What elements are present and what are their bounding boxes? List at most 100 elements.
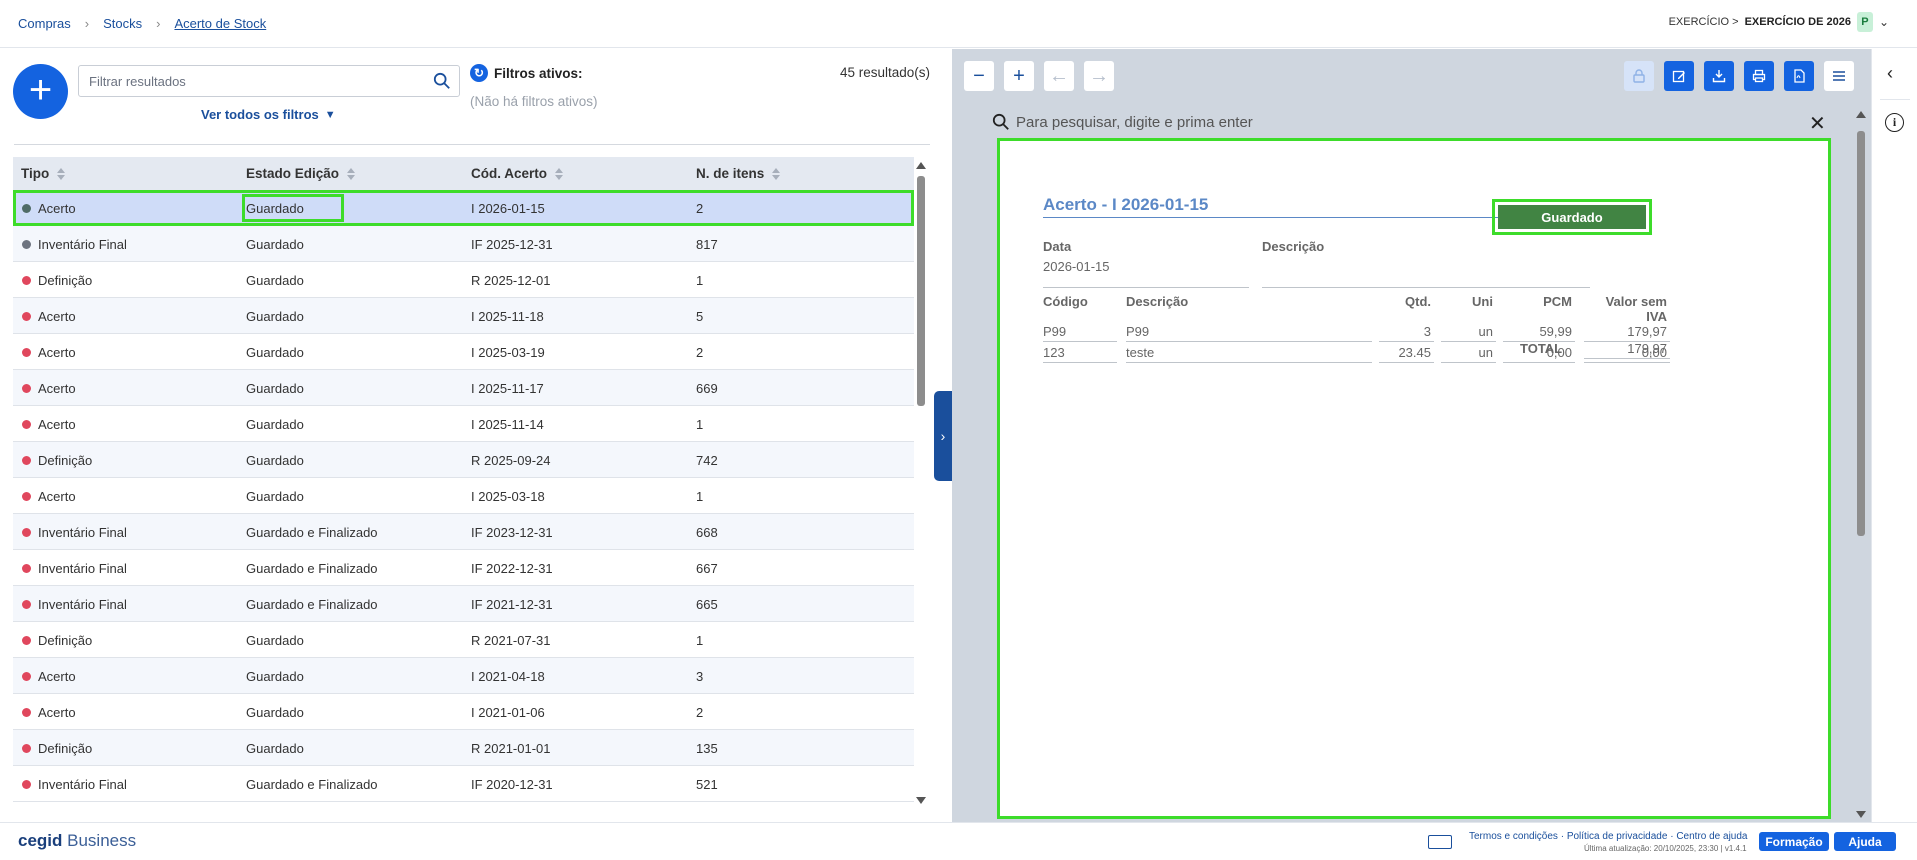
next-button[interactable]: → (1084, 61, 1114, 91)
table-row[interactable]: Acerto Guardado I 2025-11-17 669 (13, 370, 914, 406)
scroll-up-arrow[interactable] (916, 162, 926, 169)
chevron-left-icon[interactable]: ‹ (1887, 63, 1893, 84)
table-row[interactable]: Definição Guardado R 2025-09-24 742 (13, 442, 914, 478)
divider (14, 144, 930, 145)
print-button[interactable] (1744, 61, 1774, 91)
document-search[interactable]: Para pesquisar, digite e prima enter (992, 113, 1253, 131)
pdf-button[interactable] (1784, 61, 1814, 91)
table-row[interactable]: Acerto Guardado I 2025-11-14 1 (13, 406, 914, 442)
close-icon[interactable]: ✕ (1809, 111, 1826, 136)
cell-tipo: Inventário Final (38, 237, 127, 252)
column-header-estado[interactable]: Estado Edição (246, 166, 356, 181)
scroll-up-arrow[interactable] (1856, 111, 1866, 118)
cell-estado: Guardado (246, 381, 304, 396)
col-pcm: PCM (1543, 294, 1572, 309)
field-underline (1126, 362, 1372, 363)
descricao-label: Descrição (1262, 239, 1325, 254)
status-dot-icon (22, 600, 31, 609)
panel-toggle-handle[interactable]: › (934, 391, 952, 481)
table-row[interactable]: Inventário Final Guardado e Finalizado IF … (13, 550, 914, 586)
total-value: 179,97 (1627, 341, 1667, 356)
table-row[interactable]: Definição Guardado R 2025-12-01 1 (13, 262, 914, 298)
ajuda-button[interactable]: Ajuda (1834, 832, 1896, 851)
status-dot-icon (22, 384, 31, 393)
footer-links[interactable]: Termos e condições · Política de privaci… (1469, 831, 1747, 842)
table-row[interactable]: Acerto Guardado I 2025-03-18 1 (13, 478, 914, 514)
table-row[interactable]: Acerto Guardado I 2021-04-18 3 (13, 658, 914, 694)
pdf-icon (1794, 69, 1805, 83)
table-row[interactable]: Acerto Guardado I 2025-03-19 2 (13, 334, 914, 370)
cell-estado: Guardado e Finalizado (246, 525, 378, 540)
cell-estado: Guardado (246, 741, 304, 756)
line-uni: un (1478, 345, 1493, 360)
menu-button[interactable] (1824, 61, 1854, 91)
breadcrumb-current[interactable]: Acerto de Stock (174, 16, 266, 31)
table-row[interactable]: Inventário Final Guardado e Finalizado IF … (13, 586, 914, 622)
search-icon[interactable] (433, 72, 451, 90)
cell-estado: Guardado (246, 705, 304, 720)
cell-itens: 521 (696, 777, 718, 792)
all-filters-link[interactable]: Ver todos os filtros ▼ (201, 107, 336, 122)
divider (1880, 99, 1910, 100)
lock-button[interactable] (1624, 61, 1654, 91)
scroll-down-arrow[interactable] (916, 797, 926, 804)
formacao-button[interactable]: Formação (1759, 832, 1829, 851)
table-row[interactable]: Inventário Final Guardado e Finalizado IF … (13, 514, 914, 550)
zoom-in-button[interactable]: + (1004, 61, 1034, 91)
cell-tipo: Acerto (38, 381, 76, 396)
status-dot-icon (22, 240, 31, 249)
scroll-down-arrow[interactable] (1856, 811, 1866, 818)
cell-itens: 2 (696, 201, 704, 216)
col-codigo: Código (1043, 294, 1088, 309)
status-dot-icon (22, 708, 31, 717)
zoom-out-button[interactable]: − (964, 61, 994, 91)
scroll-thumb[interactable] (1857, 131, 1865, 536)
table-row[interactable]: Inventário Final Guardado IF 2025-12-31 817 (13, 226, 914, 262)
line-codigo: P99 (1043, 324, 1067, 339)
keyboard-icon[interactable] (1428, 835, 1452, 849)
exercise-selector[interactable]: EXERCÍCIO > EXERCÍCIO DE 2026 P ⌄ (1669, 12, 1889, 32)
cell-tipo: Definição (38, 741, 93, 756)
filter-search-input[interactable] (79, 66, 409, 96)
status-dot-icon (22, 780, 31, 789)
field-underline (1584, 362, 1670, 363)
cell-tipo: Acerto (38, 417, 76, 432)
download-button[interactable] (1704, 61, 1734, 91)
table-body: Acerto Guardado I 2026-01-15 2 Inventário Fi… (13, 190, 914, 802)
table-row[interactable]: Acerto Guardado I 2025-11-18 5 (13, 298, 914, 334)
search-icon (992, 113, 1009, 130)
add-button[interactable]: + (13, 64, 68, 119)
sort-icon (772, 167, 781, 180)
scroll-thumb[interactable] (917, 176, 925, 406)
table-row[interactable]: Acerto Guardado I 2026-01-15 2 (13, 190, 914, 226)
document-search-placeholder: Para pesquisar, digite e prima enter (1016, 113, 1253, 131)
breadcrumb-compras[interactable]: Compras (18, 16, 71, 31)
cell-itens: 1 (696, 489, 704, 504)
brand-name: cegid (18, 831, 63, 850)
cell-tipo: Acerto (38, 345, 76, 360)
table-row[interactable]: Inventário Final Guardado e Finalizado IF … (13, 766, 914, 802)
cell-estado: Guardado e Finalizado (246, 561, 378, 576)
data-value: 2026-01-15 (1043, 259, 1110, 274)
column-header-codigo[interactable]: Cód. Acerto (471, 166, 564, 181)
breadcrumb-stocks[interactable]: Stocks (103, 16, 142, 31)
table-row[interactable]: Definição Guardado R 2021-01-01 135 (13, 730, 914, 766)
column-header-itens[interactable]: N. de itens (696, 166, 781, 181)
table-row[interactable]: Definição Guardado R 2021-07-31 1 (13, 622, 914, 658)
all-filters-label: Ver todos os filtros (201, 107, 319, 122)
document-scrollbar[interactable] (1855, 109, 1867, 822)
refresh-icon[interactable]: ↻ (470, 64, 488, 82)
info-icon[interactable]: i (1885, 113, 1904, 132)
field-underline (1441, 362, 1496, 363)
previous-button[interactable]: ← (1044, 61, 1074, 91)
sort-icon (57, 167, 66, 180)
download-icon (1712, 70, 1726, 83)
chevron-down-icon[interactable]: ⌄ (1879, 15, 1889, 29)
document-title: Acerto - I 2026-01-15 (1043, 195, 1209, 214)
table-row[interactable]: Acerto Guardado I 2021-01-06 2 (13, 694, 914, 730)
edit-button[interactable] (1664, 61, 1694, 91)
column-header-tipo[interactable]: Tipo (21, 166, 66, 181)
list-scrollbar[interactable] (915, 158, 927, 808)
cell-cod: R 2025-12-01 (471, 273, 551, 288)
cell-estado: Guardado (246, 237, 304, 252)
